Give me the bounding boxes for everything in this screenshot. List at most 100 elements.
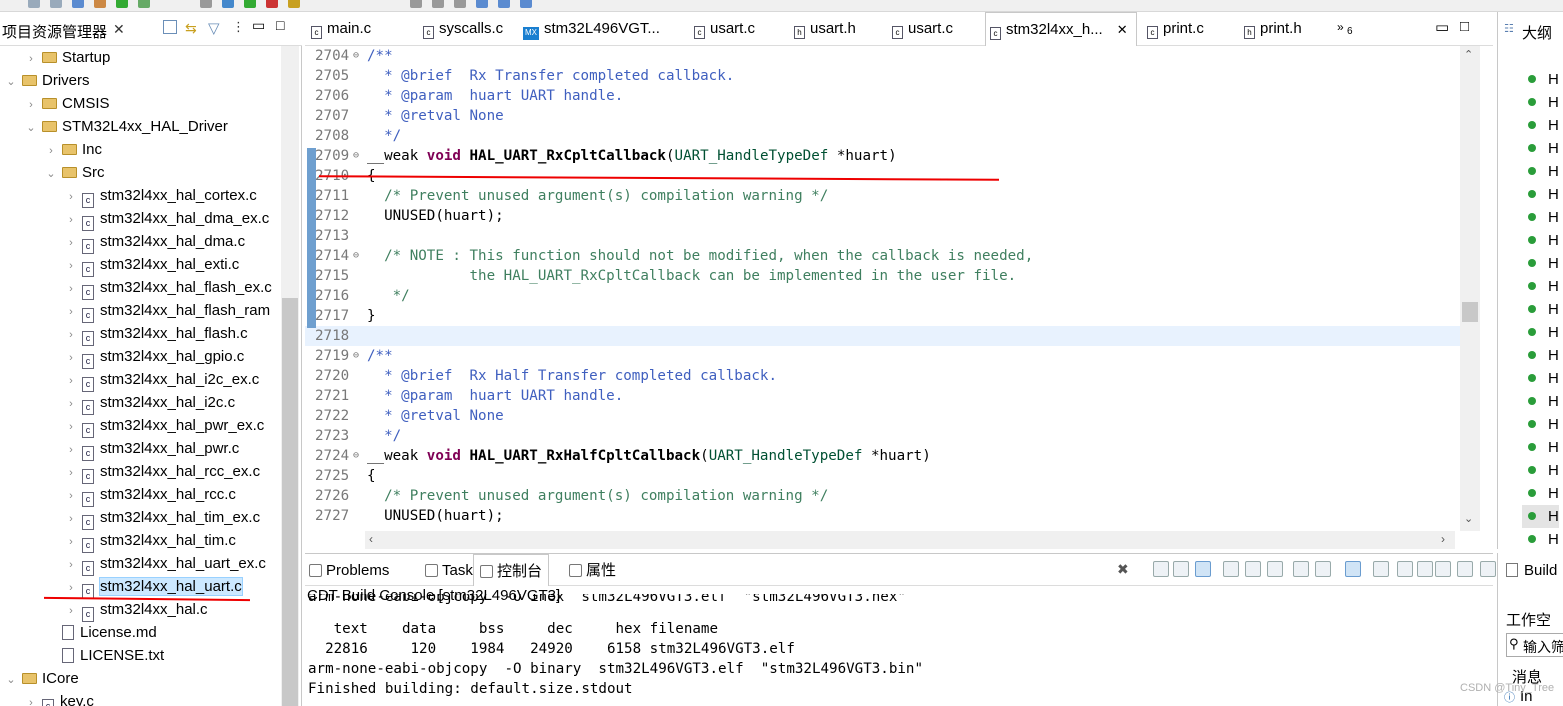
- code-line[interactable]: 2721 * @param huart UART handle.: [305, 386, 1460, 406]
- tree-file[interactable]: › c stm32l4xx_hal_flash_ex.c: [64, 276, 272, 300]
- toolbar-button-icon[interactable]: [94, 0, 106, 8]
- collapse-all-icon[interactable]: [163, 20, 177, 34]
- tree-file[interactable]: › c stm32l4xx_hal_exti.c: [64, 253, 239, 278]
- tree-folder[interactable]: › Startup: [24, 46, 110, 69]
- console-toolbar-icon[interactable]: [1417, 561, 1433, 577]
- toolbar-button-icon[interactable]: [72, 0, 84, 8]
- console-toolbar-icon[interactable]: [1195, 561, 1211, 577]
- tree-file[interactable]: › c stm32l4xx_hal_pwr.c: [64, 437, 239, 462]
- outline-item[interactable]: H: [1528, 229, 1559, 252]
- console-toolbar-icon[interactable]: [1397, 561, 1413, 577]
- console-toolbar-icon[interactable]: [1480, 561, 1496, 577]
- tree-folder[interactable]: › CMSIS: [24, 92, 109, 115]
- explorer-tab[interactable]: 项目资源管理器 ✕ ⇆ ▽ ⋮ ▭ □: [0, 12, 302, 46]
- code-line[interactable]: 2716 */: [305, 286, 1460, 306]
- outline-item[interactable]: H: [1528, 298, 1559, 321]
- outline-item[interactable]: H: [1528, 436, 1559, 459]
- code-line[interactable]: 2724 ⊖ __weak void HAL_UART_RxHalfCpltCall…: [305, 446, 1460, 466]
- editor-tab[interactable]: c syscalls.c: [419, 12, 503, 46]
- tree-file[interactable]: › c stm32l4xx_hal_flash.c: [64, 322, 248, 346]
- outline-item[interactable]: H: [1528, 367, 1559, 390]
- expand-arrow-icon[interactable]: ⌄: [4, 71, 18, 94]
- collapse-arrow-icon[interactable]: ›: [64, 232, 78, 255]
- code-line[interactable]: 2727 UNUSED(huart);: [305, 506, 1460, 526]
- minimize-icon[interactable]: ▭: [252, 17, 265, 34]
- code-line[interactable]: 2708 */: [305, 126, 1460, 146]
- console-tab[interactable]: 属性: [569, 554, 616, 586]
- console-tab[interactable]: 控制台: [473, 554, 550, 586]
- tree-folder[interactable]: ⌄ ICore: [4, 667, 78, 690]
- collapse-arrow-icon[interactable]: ›: [64, 508, 78, 531]
- code-line[interactable]: 2715 the HAL_UART_RxCpltCallback can be …: [305, 266, 1460, 286]
- fold-toggle-icon[interactable]: ⊖: [353, 346, 359, 366]
- tree-folder[interactable]: ⌄ Drivers: [4, 69, 89, 94]
- fold-toggle-icon[interactable]: ⊖: [353, 46, 359, 66]
- outline-item[interactable]: H: [1528, 275, 1559, 298]
- collapse-arrow-icon[interactable]: ›: [64, 439, 78, 462]
- close-icon[interactable]: ✕: [113, 21, 125, 38]
- link-editor-icon[interactable]: ⇆: [185, 20, 197, 37]
- tree-file[interactable]: › c stm32l4xx_hal_i2c.c: [64, 391, 235, 415]
- console-toolbar-icon[interactable]: [1457, 561, 1473, 577]
- code-line[interactable]: 2722 * @retval None: [305, 406, 1460, 426]
- outline-item[interactable]: H: [1528, 344, 1559, 367]
- fold-toggle-icon[interactable]: ⊖: [353, 146, 359, 166]
- tree-file[interactable]: › c stm32l4xx_hal_dma_ex.c: [64, 207, 269, 231]
- editor-vertical-scrollbar[interactable]: ⌃ ⌄: [1460, 46, 1480, 531]
- tree-file[interactable]: › c stm32l4xx_hal_flash_ram: [64, 299, 270, 324]
- console-toolbar-icon[interactable]: [1153, 561, 1169, 577]
- toolbar-button-icon[interactable]: [200, 0, 212, 8]
- tree-file[interactable]: › c key.c: [24, 690, 94, 706]
- outline-item[interactable]: H: [1528, 91, 1559, 114]
- scroll-right-icon[interactable]: ›: [1441, 532, 1445, 546]
- minimize-icon[interactable]: ▭: [1435, 18, 1449, 36]
- outline-item[interactable]: H: [1528, 183, 1559, 206]
- console-toolbar-icon[interactable]: [1373, 561, 1389, 577]
- tree-file[interactable]: › c stm32l4xx_hal_pwr_ex.c: [64, 414, 264, 438]
- code-line[interactable]: 2717}: [305, 306, 1460, 326]
- console-toolbar-icon[interactable]: [1293, 561, 1309, 577]
- code-line[interactable]: 2720 * @brief Rx Half Transfer completed…: [305, 366, 1460, 386]
- code-line[interactable]: 2726 /* Prevent unused argument(s) compi…: [305, 486, 1460, 506]
- scroll-left-icon[interactable]: ‹: [369, 532, 373, 546]
- editor-tab[interactable]: c usart.c: [690, 12, 755, 46]
- outline-item[interactable]: H: [1528, 114, 1559, 137]
- tree-file[interactable]: › c stm32l4xx_hal_gpio.c: [64, 345, 244, 369]
- code-line[interactable]: 2725 {: [305, 466, 1460, 486]
- code-line[interactable]: 2723 */: [305, 426, 1460, 446]
- code-line[interactable]: 2714 ⊖ /* NOTE : This function should not…: [305, 246, 1460, 266]
- console-toolbar-icon[interactable]: [1315, 561, 1331, 577]
- collapse-arrow-icon[interactable]: ›: [64, 462, 78, 485]
- collapse-arrow-icon[interactable]: ›: [64, 370, 78, 393]
- code-line[interactable]: 2707 * @retval None: [305, 106, 1460, 126]
- editor-tab[interactable]: c main.c: [307, 12, 371, 46]
- collapse-arrow-icon[interactable]: ›: [64, 255, 78, 278]
- code-line[interactable]: 2706 * @param huart UART handle.: [305, 86, 1460, 106]
- toolbar-button-icon[interactable]: [520, 0, 532, 8]
- code-line[interactable]: 2719 ⊖ /**: [305, 346, 1460, 366]
- outline-item[interactable]: H: [1528, 252, 1559, 275]
- collapse-arrow-icon[interactable]: ›: [64, 186, 78, 209]
- collapse-arrow-icon[interactable]: ›: [64, 301, 78, 324]
- tree-file[interactable]: › c stm32l4xx_hal_i2c_ex.c: [64, 368, 259, 393]
- expand-arrow-icon[interactable]: ⌄: [44, 163, 58, 186]
- collapse-arrow-icon[interactable]: ›: [64, 531, 78, 554]
- console-toolbar-icon[interactable]: [1267, 561, 1283, 577]
- tree-file[interactable]: › c stm32l4xx_hal_dma.c: [64, 230, 245, 255]
- tree-file[interactable]: › c stm32l4xx_hal_rcc.c: [64, 483, 236, 508]
- outline-item[interactable]: H: [1528, 528, 1559, 551]
- code-line[interactable]: 2711 /* Prevent unused argument(s) compi…: [305, 186, 1460, 206]
- explorer-scroll-thumb[interactable]: [282, 298, 298, 706]
- toolbar-button-icon[interactable]: [498, 0, 510, 8]
- collapse-arrow-icon[interactable]: ›: [64, 485, 78, 508]
- console-toolbar-icon[interactable]: [1435, 561, 1451, 577]
- tree-file[interactable]: › c stm32l4xx_hal.c: [64, 598, 208, 622]
- tree-file[interactable]: › c stm32l4xx_hal_uart_ex.c: [64, 552, 266, 576]
- toolbar-button-icon[interactable]: [288, 0, 300, 8]
- toolbar-button-icon[interactable]: [222, 0, 234, 8]
- tree-file[interactable]: › c stm32l4xx_hal_tim_ex.c: [64, 506, 260, 531]
- maximize-icon[interactable]: □: [1460, 18, 1469, 35]
- outline-item[interactable]: H: [1528, 206, 1559, 229]
- console-tab[interactable]: Problems: [309, 554, 389, 586]
- toolbar-button-icon[interactable]: [454, 0, 466, 8]
